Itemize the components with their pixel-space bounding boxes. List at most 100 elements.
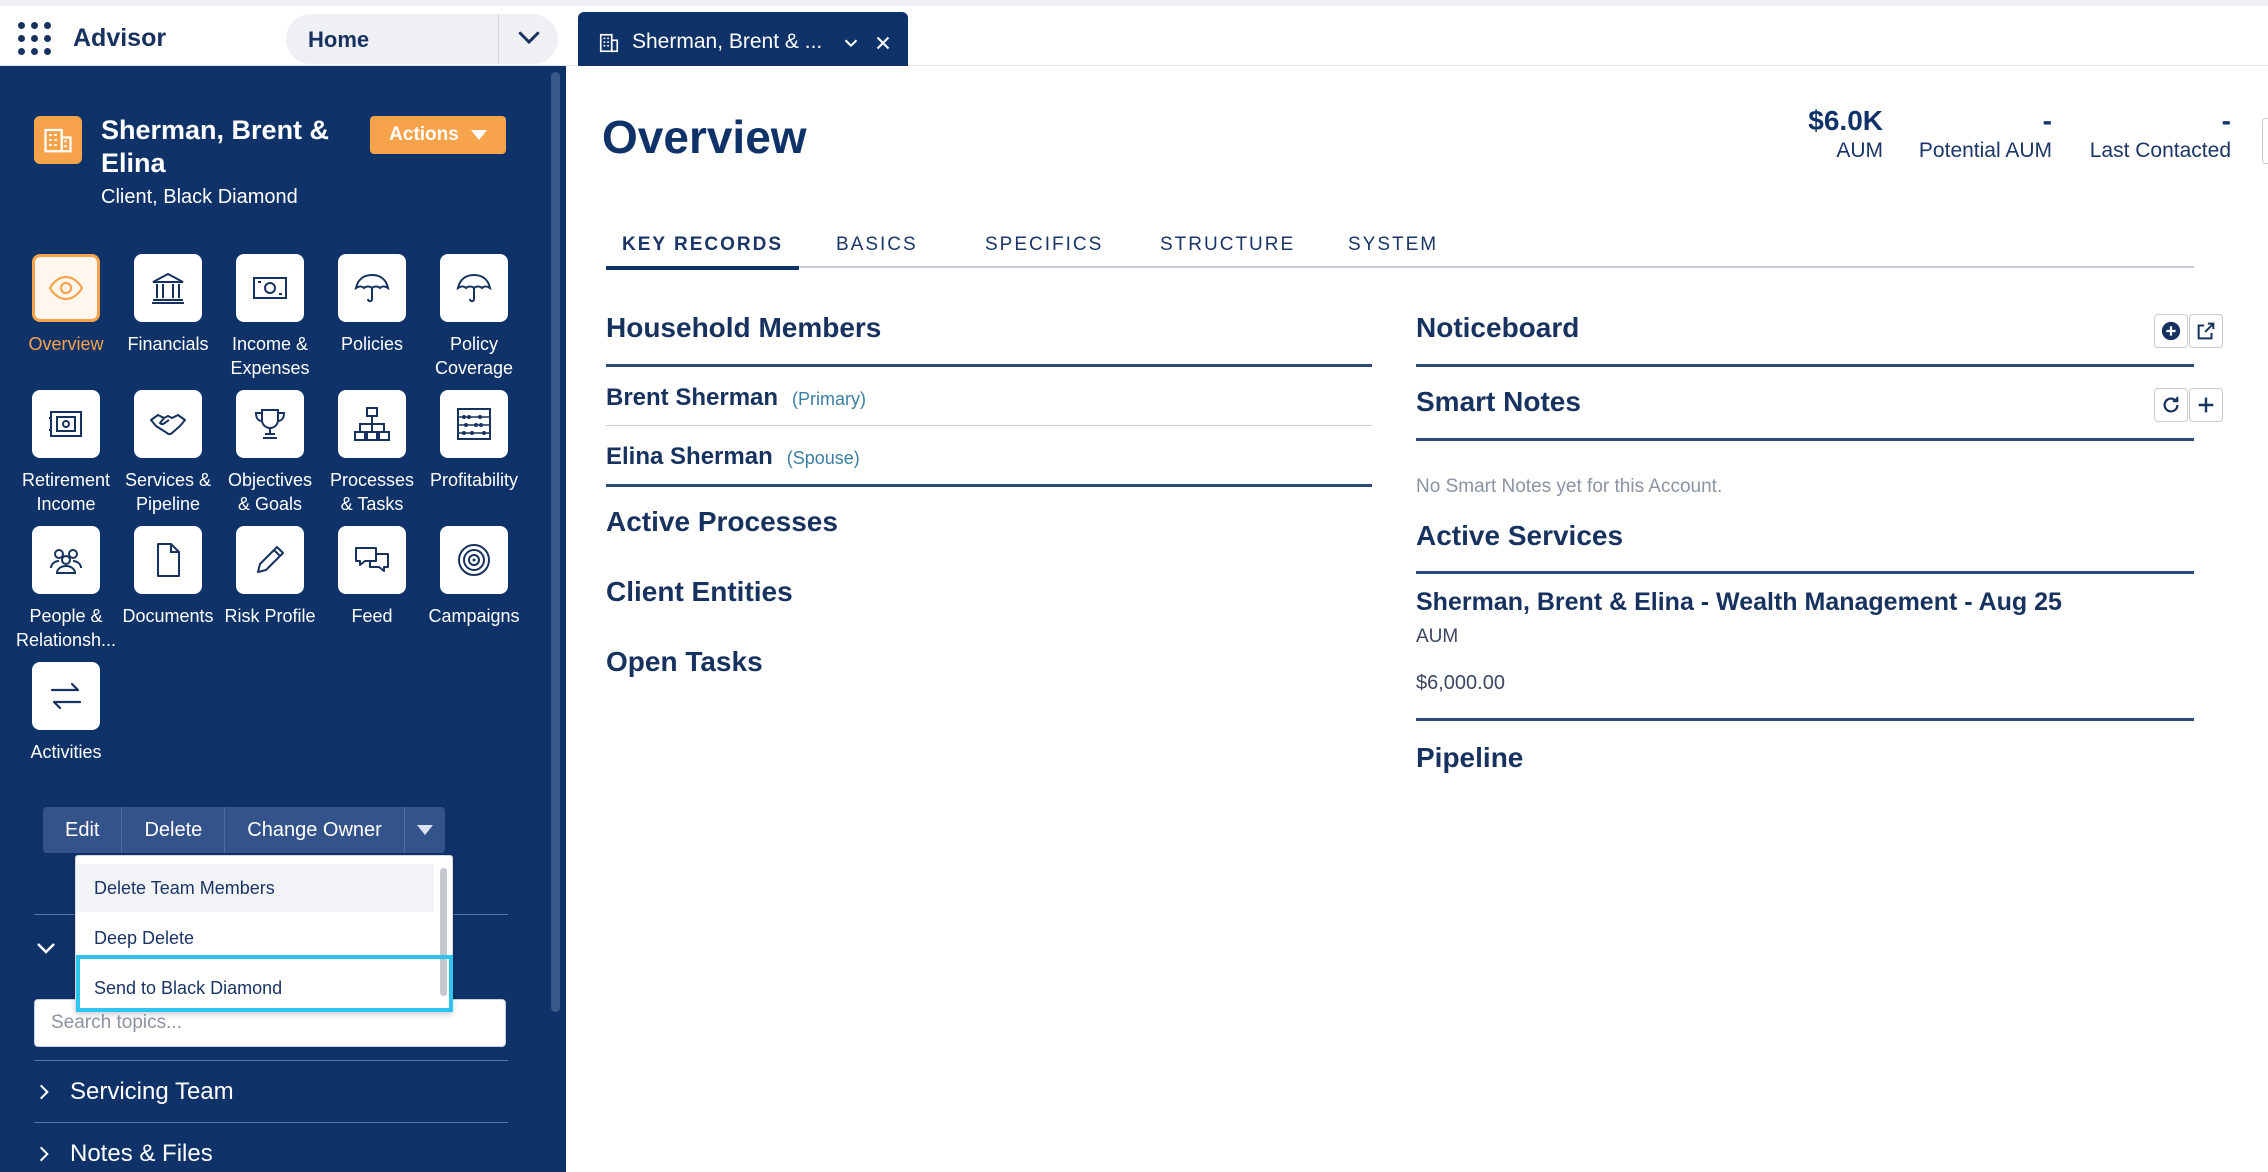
chevron-down-icon[interactable] <box>840 32 862 54</box>
tile-label: Campaigns <box>428 606 520 626</box>
workspace-tab-account[interactable]: Sherman, Brent & ... <box>578 12 908 72</box>
household-member-row[interactable]: Brent Sherman (Primary) <box>606 384 866 412</box>
tile-label: Risk Profile <box>224 606 316 626</box>
account-subtitle: Client, Black Diamond <box>101 186 298 208</box>
tile-services-pipeline[interactable]: Services & Pipeline <box>118 390 218 516</box>
side-panel-handle[interactable] <box>2262 118 2268 164</box>
tile-feed[interactable]: Feed <box>322 526 422 628</box>
abacus-icon <box>457 408 491 440</box>
section-smart-notes[interactable]: Smart Notes <box>1416 386 1581 418</box>
tile-label: Retirement Income <box>21 470 111 514</box>
row-divider <box>606 425 1372 426</box>
section-open-tasks[interactable]: Open Tasks <box>606 646 763 678</box>
tile-campaigns[interactable]: Campaigns <box>424 526 524 628</box>
app-launcher-icon[interactable] <box>18 22 52 56</box>
edit-button[interactable]: Edit <box>43 807 123 853</box>
section-underline <box>1416 364 2194 367</box>
sidebar-divider <box>34 1060 508 1061</box>
section-noticeboard[interactable]: Noticeboard <box>1416 312 1579 344</box>
menu-item-send-to-black-diamond[interactable]: Send to Black Diamond <box>76 964 434 1012</box>
section-underline <box>606 364 1372 367</box>
tab-structure[interactable]: STRUCTURE <box>1144 226 1311 268</box>
change-owner-button[interactable]: Change Owner <box>225 807 405 853</box>
refresh-button[interactable] <box>2154 388 2188 422</box>
chevron-down-icon[interactable] <box>514 22 544 52</box>
section-label: Notes & Files <box>70 1140 213 1167</box>
tile-policy-coverage[interactable]: Policy Coverage <box>424 254 524 380</box>
add-notice-button[interactable] <box>2154 314 2188 348</box>
service-title-link[interactable]: Sherman, Brent & Elina - Wealth Manageme… <box>1416 588 2062 617</box>
smart-notes-empty-message: No Smart Notes yet for this Account. <box>1416 476 1723 497</box>
section-active-processes[interactable]: Active Processes <box>606 506 838 538</box>
page-title: Overview <box>602 111 807 163</box>
safe-icon <box>49 411 82 437</box>
umbrella-icon <box>456 273 492 303</box>
tile-activities[interactable]: Activities <box>16 662 116 764</box>
trophy-icon <box>254 409 286 439</box>
external-link-icon <box>2197 322 2215 340</box>
member-name[interactable]: Elina Sherman <box>606 443 773 471</box>
account-name: Sherman, Brent & Elina <box>101 115 330 178</box>
household-member-row[interactable]: Elina Sherman (Spouse) <box>606 443 860 471</box>
tile-policies[interactable]: Policies <box>322 254 422 356</box>
bank-icon <box>152 272 184 304</box>
menu-item-deep-delete[interactable]: Deep Delete <box>76 914 434 962</box>
chevron-right-icon <box>39 1084 49 1100</box>
tile-label: Income & Expenses <box>230 334 310 378</box>
section-active-services[interactable]: Active Services <box>1416 520 1623 552</box>
section-underline <box>606 484 1372 487</box>
tile-retirement-income[interactable]: Retirement Income <box>16 390 116 516</box>
tile-people-relationships[interactable]: People & Relationsh... <box>16 526 116 652</box>
kpi-last-contacted: - Last Contacted <box>2090 104 2231 164</box>
tile-overview[interactable]: Overview <box>16 254 116 356</box>
more-actions-button[interactable] <box>405 807 445 853</box>
nav-menu-divider <box>498 14 499 64</box>
people-icon <box>50 549 82 574</box>
tab-specifics[interactable]: SPECIFICS <box>969 226 1119 268</box>
tile-label: Services & Pipeline <box>124 470 212 514</box>
delete-button[interactable]: Delete <box>122 807 226 853</box>
open-external-button[interactable] <box>2189 314 2223 348</box>
section-underline <box>1416 438 2194 441</box>
tab-basics[interactable]: BASICS <box>820 226 934 268</box>
tile-label: People & Relationsh... <box>16 606 117 650</box>
tab-system[interactable]: SYSTEM <box>1332 226 1454 268</box>
tile-profitability[interactable]: Profitability <box>424 390 524 492</box>
tile-financials[interactable]: Financials <box>118 254 218 356</box>
kpi-potential-aum: - Potential AUM <box>1919 104 2052 164</box>
tile-objectives-goals[interactable]: Objectives & Goals <box>220 390 320 516</box>
tile-label: Policies <box>340 334 404 354</box>
tile-label: Objectives & Goals <box>227 470 313 514</box>
dropdown-scrollbar[interactable] <box>440 868 447 996</box>
section-household-members[interactable]: Household Members <box>606 312 881 344</box>
section-servicing-team[interactable]: Servicing Team <box>34 1078 234 1106</box>
nav-menu-label: Home <box>308 27 370 52</box>
nav-menu-select[interactable]: Home <box>286 14 558 64</box>
tile-risk-profile[interactable]: Risk Profile <box>220 526 320 628</box>
kpi-label: Last Contacted <box>2089 139 2231 162</box>
top-bar: Advisor Home Sherman, Brent & ... <box>0 0 2268 72</box>
kpi-label: AUM <box>1836 139 1883 162</box>
menu-item-delete-team-members[interactable]: Delete Team Members <box>76 864 434 912</box>
tile-income-expenses[interactable]: Income & Expenses <box>220 254 320 380</box>
tile-documents[interactable]: Documents <box>118 526 218 628</box>
member-role: (Spouse) <box>786 448 860 468</box>
tile-label: Documents <box>122 606 214 626</box>
tile-processes-tasks[interactable]: Processes & Tasks <box>322 390 422 516</box>
target-icon <box>458 544 490 576</box>
section-client-entities[interactable]: Client Entities <box>606 576 793 608</box>
service-value: $6,000.00 <box>1416 672 1505 694</box>
close-icon[interactable] <box>872 32 894 54</box>
add-smart-note-button[interactable] <box>2189 388 2223 422</box>
org-chart-icon <box>354 407 390 441</box>
tile-label: Policy Coverage <box>434 334 514 378</box>
member-name[interactable]: Brent Sherman <box>606 384 778 412</box>
pencil-icon <box>257 546 284 573</box>
section-pipeline[interactable]: Pipeline <box>1416 742 1523 774</box>
section-notes-files[interactable]: Notes & Files <box>34 1140 213 1168</box>
tab-key-records[interactable]: KEY RECORDS <box>606 226 800 270</box>
sidebar-scrollbar[interactable] <box>551 72 560 1012</box>
caret-down-icon <box>416 825 433 835</box>
chevron-down-icon[interactable] <box>34 936 58 960</box>
actions-button[interactable]: Actions <box>370 116 506 154</box>
